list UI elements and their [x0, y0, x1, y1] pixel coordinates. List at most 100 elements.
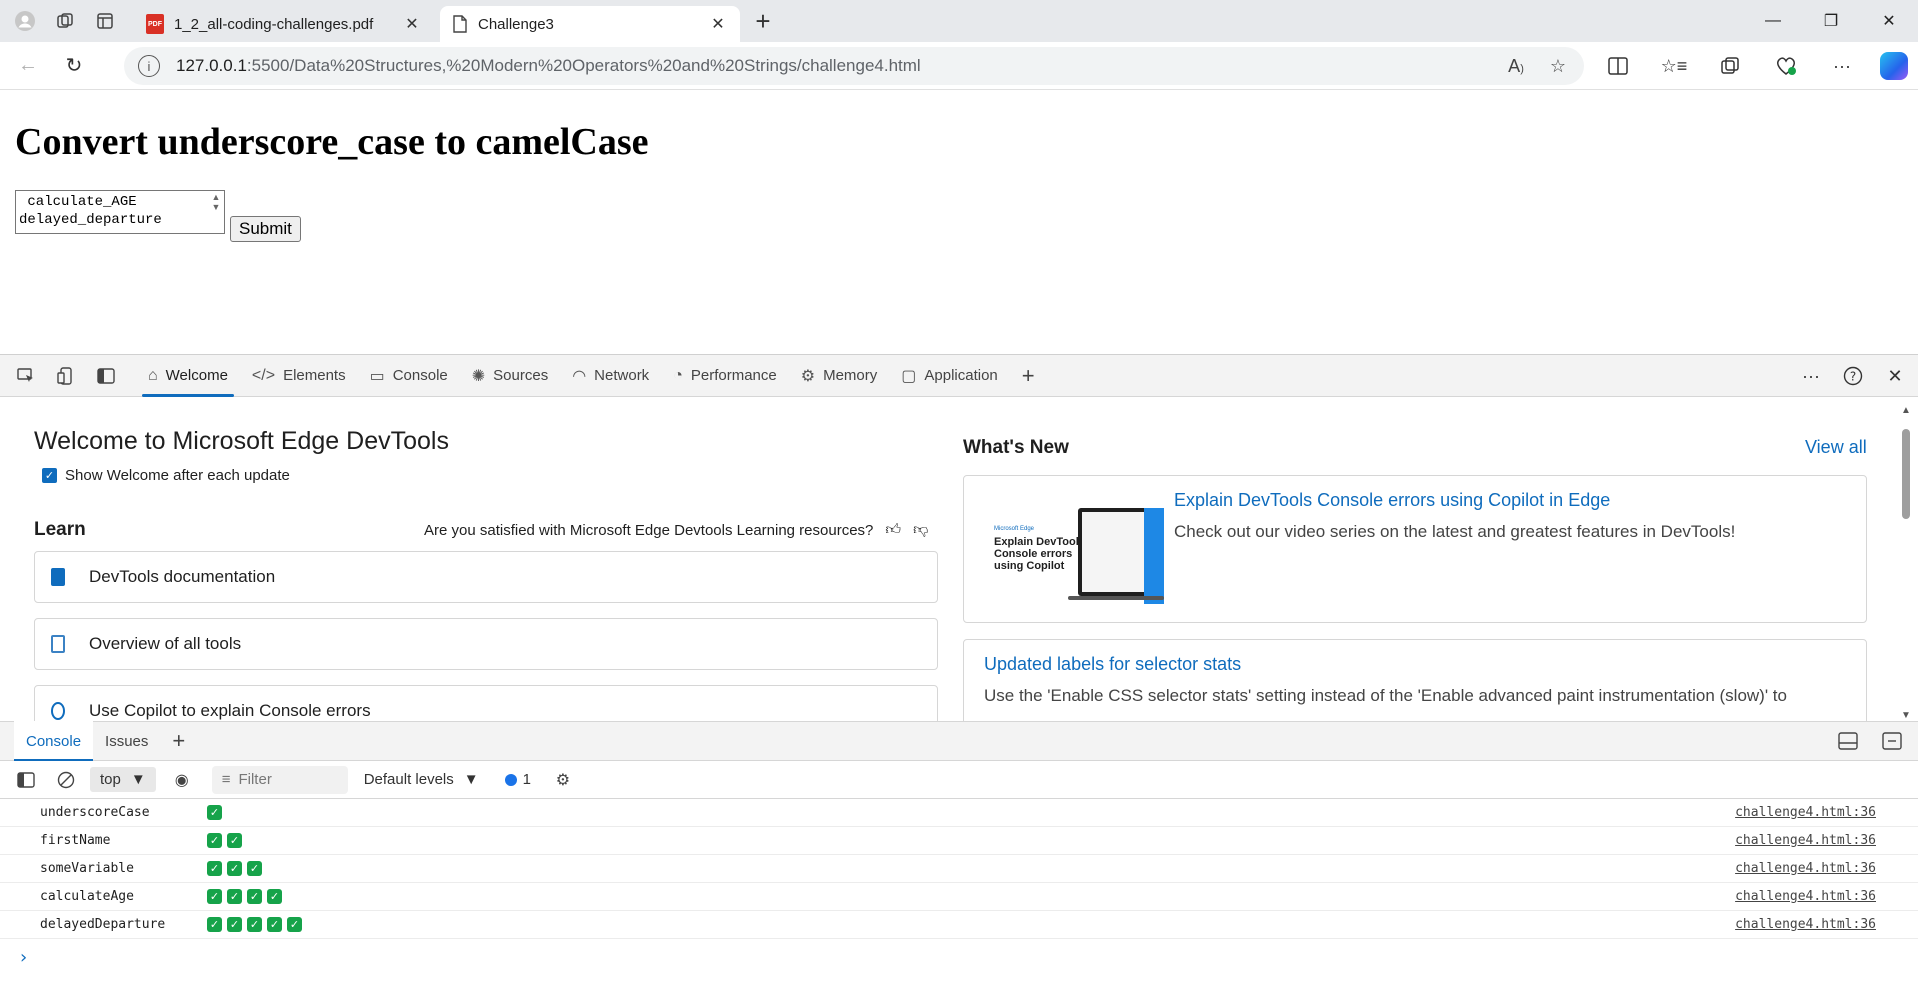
log-checkmarks: ✓ ✓ ✓ ✓ ✓ — [207, 917, 302, 932]
log-source-link[interactable]: challenge4.html:36 — [1735, 861, 1876, 876]
drawer-tab-console[interactable]: Console — [14, 721, 94, 761]
drawer-add-plus-icon[interactable]: + — [160, 721, 197, 761]
news-description: Check out our video series on the latest… — [1174, 522, 1736, 541]
submit-button[interactable]: Submit — [230, 216, 301, 242]
scroll-down-icon[interactable]: ▼ — [1900, 710, 1912, 721]
window-controls: — ❐ ✕ — [1744, 0, 1918, 42]
back-arrow-icon[interactable]: ← — [10, 48, 46, 84]
thumbs-down-icon[interactable]: 👎︎ — [913, 521, 928, 539]
issues-count-value: 1 — [522, 771, 531, 788]
green-check-icon: ✓ — [247, 861, 262, 876]
log-levels-dropdown[interactable]: Default levels ▼ — [364, 771, 479, 788]
read-aloud-icon[interactable]: A) — [1508, 56, 1524, 77]
filter-icon: ≡ — [221, 771, 231, 788]
tab-label: Console — [392, 367, 448, 384]
card-copilot-console-errors[interactable]: Use Copilot to explain Console errors — [34, 685, 938, 721]
tab-sources[interactable]: ✺ Sources — [460, 355, 560, 397]
inspect-element-icon[interactable] — [12, 362, 40, 390]
tab-actions-icon[interactable] — [90, 6, 120, 36]
tab-console[interactable]: ▭ Console — [358, 355, 460, 397]
card-overview-of-all-tools[interactable]: Overview of all tools — [34, 618, 938, 670]
news-item-copilot[interactable]: Microsoft Edge Explain DevTools Console … — [963, 475, 1867, 623]
console-prompt-chevron-icon[interactable]: › — [18, 947, 29, 968]
green-check-icon: ✓ — [227, 889, 242, 904]
log-source-link[interactable]: challenge4.html:36 — [1735, 889, 1876, 904]
close-tab-icon[interactable]: ✕ — [402, 14, 422, 34]
home-icon: ⌂ — [148, 366, 158, 384]
welcome-title: Welcome to Microsoft Edge DevTools — [34, 427, 449, 455]
new-tab-plus-icon[interactable]: + — [746, 4, 780, 38]
devtools-more-icon[interactable]: ··· — [1796, 361, 1826, 391]
tab-title: 1_2_all-coding-challenges.pdf — [174, 15, 374, 33]
restore-icon[interactable]: ❐ — [1802, 0, 1860, 42]
book-icon — [51, 568, 65, 586]
tab-performance[interactable]: ◔ Performance — [661, 355, 789, 397]
close-window-icon[interactable]: ✕ — [1860, 0, 1918, 42]
tab-pdf[interactable]: PDF 1_2_all-coding-challenges.pdf ✕ — [134, 6, 434, 42]
copilot-icon[interactable] — [1880, 52, 1908, 80]
welcome-scrollbar[interactable]: ▲ ▼ — [1900, 405, 1912, 721]
whats-new-heading: What's New — [963, 437, 1069, 458]
close-devtools-icon[interactable]: ✕ — [1880, 361, 1910, 391]
console-settings-gear-icon[interactable]: ⚙ — [549, 766, 577, 794]
collections-icon[interactable] — [1712, 48, 1748, 84]
tab-label: Network — [594, 367, 650, 384]
code-icon: </> — [251, 366, 276, 384]
help-icon[interactable]: ? — [1838, 361, 1868, 391]
console-sidebar-icon[interactable] — [12, 766, 40, 794]
browser-tab-bar: PDF 1_2_all-coding-challenges.pdf ✕ Chal… — [0, 0, 1918, 42]
tab-memory[interactable]: ⚙ Memory — [789, 355, 890, 397]
workspaces-icon[interactable] — [50, 6, 80, 36]
news-item-selector-stats[interactable]: Updated labels for selector stats Use th… — [963, 639, 1867, 721]
profile-icon[interactable] — [10, 6, 40, 36]
thumbs-up-icon[interactable]: 👍︎ — [885, 521, 901, 539]
card-label: Use Copilot to explain Console errors — [89, 701, 371, 720]
refresh-icon[interactable]: ↻ — [56, 48, 92, 84]
live-expression-eye-icon[interactable]: ◉ — [168, 766, 196, 794]
add-tool-plus-icon[interactable]: + — [1010, 355, 1047, 397]
log-source-link[interactable]: challenge4.html:36 — [1735, 805, 1876, 820]
console-toolbar: top ▼ ◉ ≡ Filter Default levels ▼ 1 ⚙ — [0, 761, 1918, 799]
tab-application[interactable]: ▢ Application — [889, 355, 1010, 397]
address-bar[interactable]: i 127.0.0.1:5500/Data%20Structures,%20Mo… — [124, 47, 1584, 85]
bug-icon: ✺ — [471, 367, 486, 385]
green-check-icon: ✓ — [247, 917, 262, 932]
favorite-star-icon[interactable]: ☆ — [1550, 56, 1566, 77]
close-drawer-icon[interactable] — [1882, 732, 1902, 755]
more-menu-icon[interactable]: ··· — [1824, 48, 1860, 84]
checkbox-checked-icon[interactable]: ✓ — [42, 468, 57, 483]
favorites-icon[interactable]: ☆≡ — [1656, 48, 1692, 84]
scroll-up-icon[interactable]: ▲ — [1900, 405, 1912, 416]
show-welcome-checkbox[interactable]: ✓ Show Welcome after each update — [42, 467, 290, 484]
device-emulation-icon[interactable] — [52, 362, 80, 390]
close-tab-icon[interactable]: ✕ — [708, 14, 728, 34]
tab-challenge3[interactable]: Challenge3 ✕ — [440, 6, 740, 42]
tab-network[interactable]: ◠ Network — [560, 355, 661, 397]
tab-elements[interactable]: </> Elements — [240, 355, 358, 397]
console-log-row: calculateAge ✓ ✓ ✓ ✓ challenge4.html:36 — [0, 883, 1918, 911]
news-title[interactable]: Explain DevTools Console errors using Co… — [1174, 490, 1610, 511]
console-log: underscoreCase ✓ challenge4.html:36 firstNa… — [0, 799, 1918, 939]
news-description: Use the 'Enable CSS selector stats' sett… — [984, 686, 1787, 705]
site-info-icon[interactable]: i — [138, 55, 160, 77]
drawer-tab-issues[interactable]: Issues — [93, 721, 160, 761]
log-checkmarks: ✓ ✓ ✓ ✓ — [207, 889, 282, 904]
minimize-icon[interactable]: — — [1744, 0, 1802, 42]
news-title[interactable]: Updated labels for selector stats — [984, 654, 1241, 675]
context-selector[interactable]: top ▼ — [90, 767, 156, 792]
variable-names-textarea[interactable] — [15, 190, 225, 234]
split-screen-icon[interactable] — [1600, 48, 1636, 84]
log-source-link[interactable]: challenge4.html:36 — [1735, 917, 1876, 932]
browser-essentials-icon[interactable] — [1768, 48, 1804, 84]
scrollbar-thumb[interactable] — [1902, 429, 1910, 519]
textarea-scroll-arrows[interactable]: ▲ ▼ — [210, 192, 222, 232]
console-filter-input[interactable]: ≡ Filter — [211, 765, 348, 794]
card-devtools-documentation[interactable]: DevTools documentation — [34, 551, 938, 603]
tab-welcome[interactable]: ⌂ Welcome — [136, 355, 240, 397]
clear-console-icon[interactable] — [52, 766, 80, 794]
toggle-sidebar-icon[interactable] — [92, 362, 120, 390]
dock-drawer-icon[interactable] — [1838, 732, 1858, 755]
view-all-link[interactable]: View all — [1805, 437, 1867, 458]
log-source-link[interactable]: challenge4.html:36 — [1735, 833, 1876, 848]
issues-counter[interactable]: 1 — [504, 771, 531, 788]
